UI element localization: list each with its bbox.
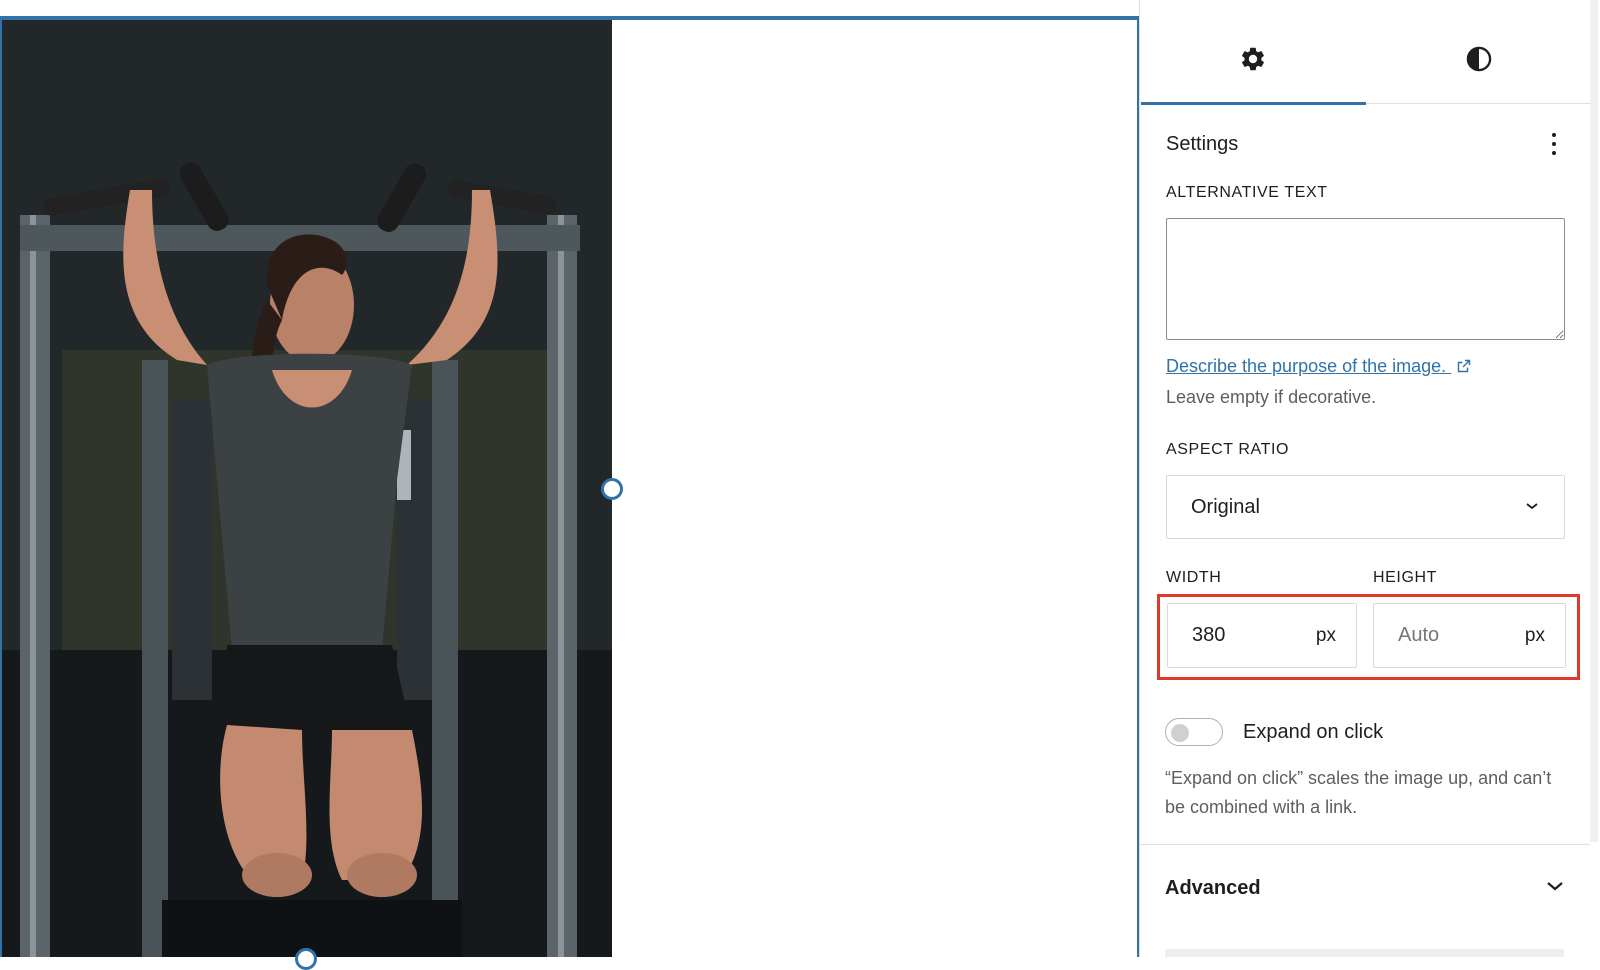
tab-styles[interactable]: [1366, 18, 1591, 104]
expand-on-click-toggle[interactable]: [1165, 718, 1223, 746]
height-label: HEIGHT: [1373, 569, 1438, 586]
advanced-panel-toggle[interactable]: Advanced: [1165, 868, 1565, 908]
advanced-title: Advanced: [1165, 876, 1261, 899]
external-link-icon: [1457, 357, 1471, 378]
expand-on-click-row: Expand on click: [1165, 718, 1383, 746]
panel-title: Settings: [1166, 132, 1239, 155]
image-block-photo[interactable]: [2, 20, 612, 957]
resize-handle-bottom[interactable]: [295, 948, 317, 970]
aspect-ratio-select[interactable]: Original: [1166, 475, 1565, 539]
width-unit[interactable]: px: [1316, 625, 1336, 647]
block-settings-sidebar: Settings ALTERNATIVE TEXT Describe the p…: [1139, 0, 1600, 957]
chevron-down-icon: [1524, 498, 1540, 516]
describe-purpose-link[interactable]: Describe the purpose of the image.: [1166, 356, 1471, 378]
width-field[interactable]: px: [1167, 603, 1357, 668]
gear-icon: [1239, 45, 1267, 78]
height-field[interactable]: px: [1373, 603, 1566, 668]
contrast-icon: [1465, 45, 1493, 78]
height-input[interactable]: [1398, 624, 1508, 647]
resize-handle-right[interactable]: [601, 478, 623, 500]
sidebar-tabs: [1140, 18, 1591, 105]
sidebar-scrollbar[interactable]: [1590, 0, 1598, 842]
aspect-ratio-label: ASPECT RATIO: [1166, 441, 1290, 458]
height-unit[interactable]: px: [1525, 625, 1545, 647]
aspect-ratio-value: Original: [1191, 495, 1260, 518]
toggle-knob: [1171, 724, 1189, 742]
more-options-icon[interactable]: [1542, 128, 1566, 160]
alt-text-field[interactable]: [1166, 218, 1565, 340]
settings-panel-header: Settings: [1166, 128, 1566, 160]
width-label: WIDTH: [1166, 569, 1222, 586]
expand-on-click-label: Expand on click: [1243, 720, 1384, 743]
editor-canvas: [0, 0, 1139, 970]
describe-purpose-link-text: Describe the purpose of the image.: [1166, 356, 1447, 376]
alt-text-label: ALTERNATIVE TEXT: [1166, 184, 1328, 201]
alt-text-help: Leave empty if decorative.: [1166, 387, 1377, 407]
tab-settings[interactable]: [1140, 18, 1366, 105]
gym-photo-illustration: [2, 20, 612, 957]
chevron-down-icon: [1545, 879, 1565, 897]
width-input[interactable]: [1192, 624, 1302, 647]
